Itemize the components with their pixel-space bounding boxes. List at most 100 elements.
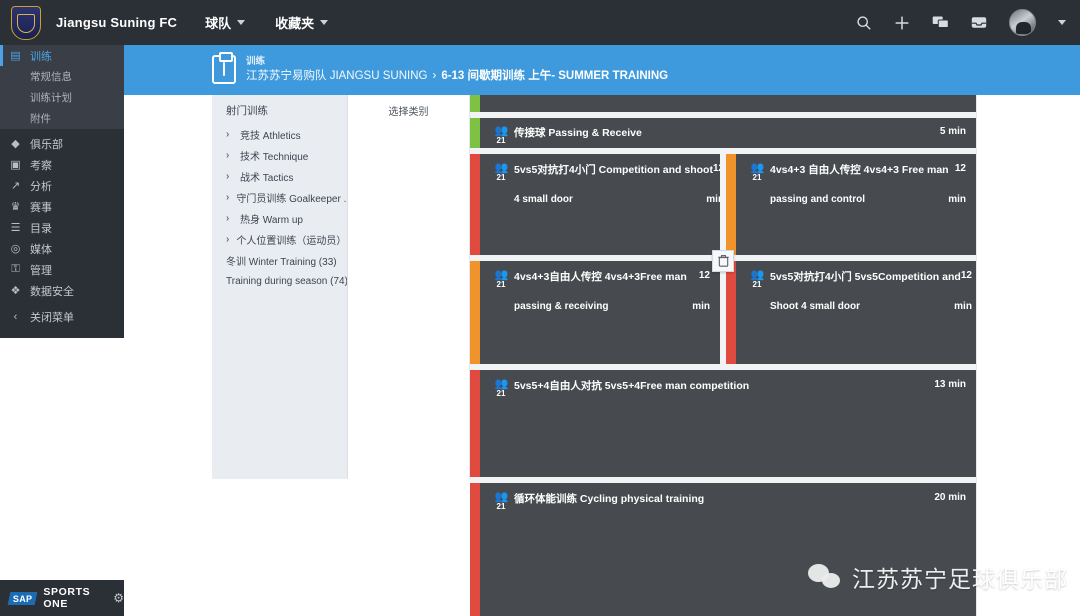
tree-item-athletics[interactable]: › 竞技 Athletics	[212, 124, 347, 145]
session-drill-canvas: 👥 21 传接球 Passing & Receive 5 min 👥 21 5v…	[470, 95, 976, 616]
sidebar-item-club[interactable]: ◆ 俱乐部	[0, 133, 124, 154]
drill-duration-unit: min	[948, 193, 966, 205]
tree-item-individual-position[interactable]: › 个人位置训练（运动员）...	[212, 229, 347, 250]
drill-card-4vs4plus3-passing-receiving[interactable]: 👥 21 4vs4+3自由人传控 4vs4+3Free man 12 passi…	[470, 261, 720, 364]
gear-icon[interactable]: ⚙	[113, 591, 124, 605]
sidebar-subitem-general-info-label: 常规信息	[30, 71, 72, 83]
sidebar-subitem-attachments[interactable]: 附件	[0, 108, 124, 129]
club-crest-icon	[11, 5, 41, 40]
breadcrumb-team[interactable]: 江苏苏宁易购队 JIANGSU SUNING	[246, 70, 427, 82]
player-count: 👥 21	[488, 161, 514, 183]
sidebar-item-training[interactable]: ▤ 训练	[0, 45, 124, 66]
clipboard-icon: ▤	[10, 50, 21, 62]
nav-item-team-label: 球队	[205, 16, 232, 31]
account-chevron-down-icon[interactable]	[1058, 20, 1066, 25]
tree-item-tactics[interactable]: › 战术 Tactics	[212, 166, 347, 187]
club-logo[interactable]	[0, 0, 52, 45]
drill-card-body: 👥 21 循环体能训练 Cycling physical training 20…	[480, 483, 976, 616]
drill-card-body: 👥 21 4vs4+3 自由人传控 4vs4+3 Free man 12 pas…	[736, 154, 976, 255]
sidebar-item-scouting[interactable]: ▣ 考察	[0, 154, 124, 175]
page-header: 训练 江苏苏宁易购队 JIANGSU SUNING › 6-13 间歇期训练 上午-…	[124, 45, 1080, 95]
tree-item-winter-training[interactable]: 冬训 Winter Training (33)	[212, 250, 347, 271]
drill-duration: 12	[960, 270, 972, 281]
sidebar-footer: SAP SPORTS ONE ⚙	[0, 580, 124, 616]
tree-item-technique-label: 技术 Technique	[240, 152, 309, 163]
tree-header: 射门训练	[226, 105, 268, 117]
drill-duration: 12	[712, 163, 720, 174]
breadcrumb-path: 江苏苏宁易购队 JIANGSU SUNING › 6-13 间歇期训练 上午- SU…	[246, 69, 668, 85]
chevron-down-icon	[237, 20, 246, 25]
select-category-placeholder: 选择类别	[388, 107, 429, 118]
sidebar-collapse-label: 关闭菜单	[30, 311, 74, 324]
chevron-right-icon: ›	[226, 234, 230, 245]
drill-card-4vs4plus3-free-man[interactable]: 👥 21 4vs4+3 自由人传控 4vs4+3 Free man 12 pas…	[726, 154, 976, 255]
sidebar-item-data-security[interactable]: ❖ 数据安全	[0, 280, 124, 301]
delete-drill-button[interactable]	[712, 250, 734, 272]
drill-accent-bar	[726, 261, 736, 364]
sidebar-item-analysis-label: 分析	[30, 180, 52, 193]
tree-item-warm-up-label: 热身 Warm up	[240, 215, 303, 226]
chevron-right-icon: ›	[226, 129, 230, 140]
app-root: Jiangsu Suning FC 球队 收藏夹 ▤ 训练 常规信息 训练计划 …	[0, 0, 1080, 616]
drill-card-5vs5plus4-free-man[interactable]: 👥 21 5vs5+4自由人对抗 5vs5+4Free man competit…	[470, 370, 976, 477]
search-icon[interactable]	[856, 15, 872, 31]
chat-icon[interactable]	[932, 15, 949, 30]
sidebar-item-competitions[interactable]: ♛ 赛事	[0, 196, 124, 217]
avatar[interactable]	[1009, 9, 1036, 36]
player-count-value: 21	[496, 136, 506, 146]
sidebar-subitem-general-info[interactable]: 常规信息	[0, 66, 124, 87]
trophy-icon: ♛	[10, 201, 21, 213]
drill-title: 4vs4+3自由人传控 4vs4+3Free man	[514, 271, 687, 283]
drill-subtitle: 4 small door	[514, 193, 573, 205]
tree-item-technique[interactable]: › 技术 Technique	[212, 145, 347, 166]
top-navigation-bar: Jiangsu Suning FC 球队 收藏夹	[0, 0, 1080, 45]
drill-duration: 5 min	[939, 126, 966, 137]
drill-card-body: 👥 21 4vs4+3自由人传控 4vs4+3Free man 12 passi…	[480, 261, 720, 364]
drill-card-passing-receive[interactable]: 👥 21 传接球 Passing & Receive 5 min	[470, 118, 976, 148]
nav-item-team[interactable]: 球队	[205, 13, 246, 32]
sidebar-subitems: 常规信息 训练计划 附件	[0, 66, 124, 129]
player-count: 👥 21	[488, 490, 514, 512]
sidebar-item-analysis[interactable]: ↗ 分析	[0, 175, 124, 196]
drill-card-cycling-physical-training[interactable]: 👥 21 循环体能训练 Cycling physical training 20…	[470, 483, 976, 616]
player-count: 👥 21	[488, 124, 514, 146]
chevron-right-icon: ›	[226, 192, 230, 203]
sidebar-item-media[interactable]: ◎ 媒体	[0, 238, 124, 259]
page-kicker: 训练	[246, 55, 266, 67]
nav-item-favorites[interactable]: 收藏夹	[275, 13, 329, 32]
inbox-icon[interactable]	[971, 15, 987, 30]
player-count: 👥 21	[744, 161, 770, 183]
tree-item-goalkeeper[interactable]: › 守门员训练 Goalkeeper ...	[212, 187, 347, 208]
drill-title: 5vs5对抗打4小门 Competition and shoot	[514, 164, 713, 176]
player-count-value: 21	[496, 389, 506, 399]
drill-accent-bar	[470, 95, 480, 112]
drill-accent-bar	[470, 261, 480, 364]
drill-card-5vs5-competition-shoot[interactable]: 👥 21 5vs5对抗打4小门 Competition and shoot 12…	[470, 154, 720, 255]
chevron-right-icon: ›	[226, 150, 230, 161]
drill-card-5vs5-competition-shoot-2[interactable]: 👥 21 5vs5对抗打4小门 5vs5Competition and 12 S…	[726, 261, 976, 364]
tree-item-training-during-season-label: Training during season (74)	[226, 276, 348, 287]
sidebar-item-data-security-label: 数据安全	[30, 285, 74, 298]
left-sidebar: ▤ 训练 常规信息 训练计划 附件 ◆ 俱乐部 ▣ 考察 ↗ 分析 ♛ 赛事 ☰…	[0, 45, 124, 616]
plus-icon[interactable]	[894, 15, 910, 31]
shield-lock-icon: ❖	[10, 285, 21, 297]
tree-item-warm-up[interactable]: › 热身 Warm up	[212, 208, 347, 229]
drill-card-clipped[interactable]	[470, 95, 976, 112]
sidebar-collapse-button[interactable]: ‹ 关闭菜单	[0, 306, 124, 327]
sidebar-subitem-training-plan[interactable]: 训练计划	[0, 87, 124, 108]
chevron-left-icon: ‹	[13, 310, 18, 323]
drill-card-body: 👥 21 5vs5+4自由人对抗 5vs5+4Free man competit…	[480, 370, 976, 477]
clipboard-icon	[212, 52, 236, 84]
sidebar-item-club-label: 俱乐部	[30, 138, 63, 151]
drill-accent-bar	[470, 118, 480, 148]
clipboard-check-icon: ▣	[10, 159, 21, 171]
drill-duration: 12	[954, 163, 966, 174]
drill-accent-bar	[470, 370, 480, 477]
drill-subtitle: passing and control	[770, 193, 866, 205]
tree-item-training-during-season[interactable]: Training during season (74)	[212, 271, 347, 292]
sidebar-item-administration[interactable]: ⚿ 管理	[0, 259, 124, 280]
sidebar-item-catalog-label: 目录	[30, 222, 52, 235]
product-name: SPORTS ONE	[43, 586, 91, 610]
breadcrumb-session: 6-13 间歇期训练 上午- SUMMER TRAINING	[441, 69, 669, 82]
sidebar-item-catalog[interactable]: ☰ 目录	[0, 217, 124, 238]
